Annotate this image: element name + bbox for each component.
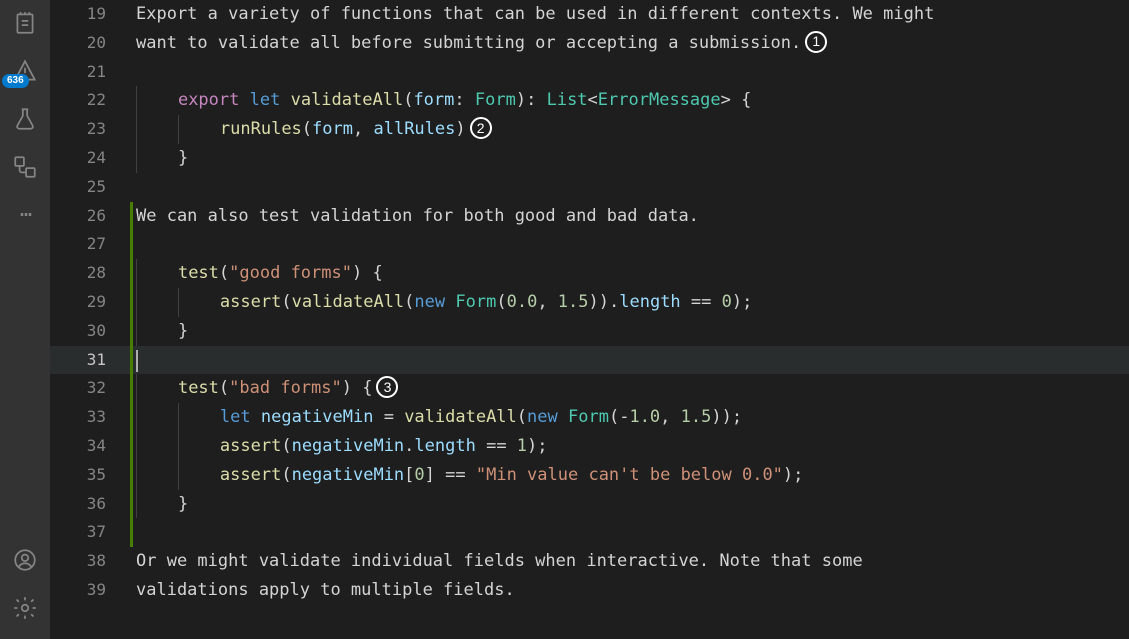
line-number[interactable]: 20 [50,29,130,58]
code-content[interactable]: runRules(form, allRules)2 [136,115,492,144]
editor-lines: 19Export a variety of functions that can… [50,0,1129,605]
line-number[interactable]: 32 [50,374,130,403]
git-gutter-bar [130,403,133,432]
git-gutter-bar [130,518,133,547]
editor-line[interactable]: 20want to validate all before submitting… [50,29,1129,58]
git-gutter-bar [130,288,133,317]
editor-line[interactable]: 27 [50,230,1129,259]
git-gutter-bar [130,0,133,29]
code-content[interactable]: } [136,144,188,173]
editor-line[interactable]: 36 } [50,490,1129,519]
git-gutter-bar [130,374,133,403]
code-content[interactable]: } [136,317,188,346]
editor-line[interactable]: 37 [50,518,1129,547]
line-number[interactable]: 28 [50,259,130,288]
line-number[interactable]: 36 [50,490,130,519]
more-icon[interactable]: … [20,202,30,216]
code-content[interactable]: Or we might validate individual fields w… [136,547,863,576]
editor-line[interactable]: 23 runRules(form, allRules)2 [50,115,1129,144]
test-run-icon[interactable]: 636 [12,58,38,84]
code-content[interactable]: assert(validateAll(new Form(0.0, 1.5)).l… [136,288,752,317]
editor-line[interactable]: 34 assert(negativeMin.length == 1); [50,432,1129,461]
code-content[interactable]: test("bad forms") {3 [136,374,398,403]
git-gutter-bar [130,58,133,87]
git-gutter-bar [130,490,133,519]
annotation-marker: 1 [805,31,827,53]
line-number[interactable]: 35 [50,461,130,490]
git-gutter-bar [130,29,133,58]
editor-line[interactable]: 35 assert(negativeMin[0] == "Min value c… [50,461,1129,490]
line-number[interactable]: 29 [50,288,130,317]
git-gutter-bar [130,144,133,173]
activity-bar: 636 … [0,0,50,639]
editor-line[interactable]: 25 [50,173,1129,202]
git-gutter-bar [130,259,133,288]
git-gutter-bar [130,86,133,115]
line-number[interactable]: 23 [50,115,130,144]
git-gutter-bar [130,432,133,461]
line-number[interactable]: 31 [50,346,130,375]
code-content[interactable] [136,346,138,375]
editor-line[interactable]: 32 test("bad forms") {3 [50,374,1129,403]
line-number[interactable]: 22 [50,86,130,115]
activity-bar-top: 636 … [12,10,38,547]
git-gutter-bar [130,173,133,202]
line-number[interactable]: 39 [50,576,130,605]
code-content[interactable]: test("good forms") { [136,259,383,288]
code-content[interactable]: let negativeMin = validateAll(new Form(-… [136,403,742,432]
code-content[interactable]: validations apply to multiple fields. [136,576,515,605]
code-editor[interactable]: 19Export a variety of functions that can… [50,0,1129,639]
line-number[interactable]: 27 [50,230,130,259]
git-gutter-bar [130,346,133,375]
editor-line[interactable]: 38Or we might validate individual fields… [50,547,1129,576]
editor-line[interactable]: 26We can also test validation for both g… [50,202,1129,231]
code-content[interactable]: want to validate all before submitting o… [136,29,827,58]
text-cursor [136,350,138,372]
git-gutter-bar [130,576,133,605]
code-content[interactable]: assert(negativeMin.length == 1); [136,432,548,461]
beaker-icon[interactable] [12,106,38,132]
code-content[interactable]: } [136,490,188,519]
git-gutter-bar [130,317,133,346]
account-icon[interactable] [12,547,38,573]
line-number[interactable]: 24 [50,144,130,173]
notepad-icon[interactable] [12,10,38,36]
editor-line[interactable]: 22 export let validateAll(form: Form): L… [50,86,1129,115]
git-gutter-bar [130,461,133,490]
editor-line[interactable]: 19Export a variety of functions that can… [50,0,1129,29]
line-number[interactable]: 38 [50,547,130,576]
editor-line[interactable]: 29 assert(validateAll(new Form(0.0, 1.5)… [50,288,1129,317]
line-number[interactable]: 33 [50,403,130,432]
line-number[interactable]: 30 [50,317,130,346]
editor-line[interactable]: 21 [50,58,1129,87]
editor-line[interactable]: 30 } [50,317,1129,346]
flowchart-icon[interactable] [12,154,38,180]
line-number[interactable]: 25 [50,173,130,202]
editor-line[interactable]: 24 } [50,144,1129,173]
line-number[interactable]: 34 [50,432,130,461]
git-gutter-bar [130,202,133,231]
annotation-marker: 2 [470,117,492,139]
line-number[interactable]: 37 [50,518,130,547]
git-gutter-bar [130,547,133,576]
git-gutter-bar [130,115,133,144]
editor-line[interactable]: 33 let negativeMin = validateAll(new For… [50,403,1129,432]
test-count-badge: 636 [2,74,29,88]
code-content[interactable]: assert(negativeMin[0] == "Min value can'… [136,461,803,490]
annotation-marker: 3 [376,376,398,398]
code-content[interactable]: We can also test validation for both goo… [136,202,699,231]
settings-gear-icon[interactable] [12,595,38,621]
editor-line[interactable]: 39validations apply to multiple fields. [50,576,1129,605]
editor-line[interactable]: 31 [50,346,1129,375]
code-content[interactable]: Export a variety of functions that can b… [136,0,934,29]
line-number[interactable]: 26 [50,202,130,231]
activity-bar-bottom [12,547,38,639]
line-number[interactable]: 21 [50,58,130,87]
line-number[interactable]: 19 [50,0,130,29]
code-content[interactable]: export let validateAll(form: Form): List… [136,86,751,115]
git-gutter-bar [130,230,133,259]
editor-line[interactable]: 28 test("good forms") { [50,259,1129,288]
app-root: 636 … 19Export a variety of functions th… [0,0,1129,639]
